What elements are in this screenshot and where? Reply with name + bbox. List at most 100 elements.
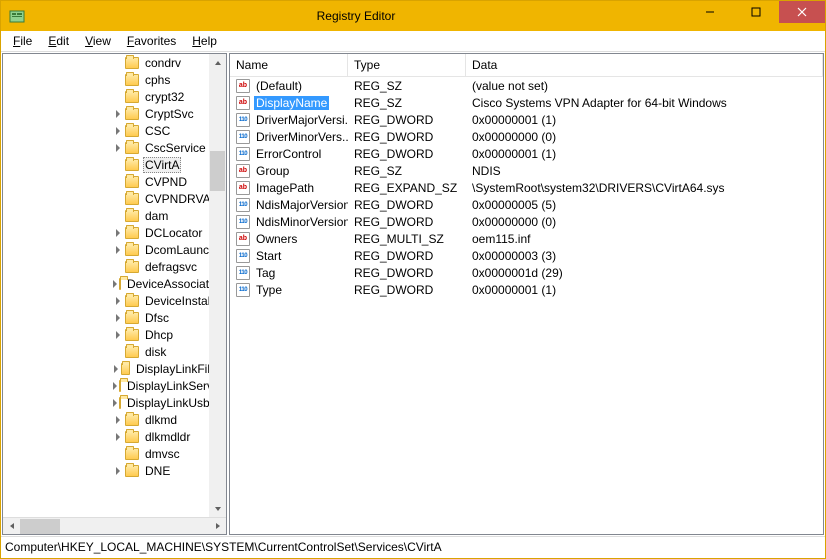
tree-item[interactable]: CryptSvc — [3, 105, 226, 122]
tree-expander-icon[interactable] — [113, 245, 123, 255]
vscroll-thumb[interactable] — [210, 151, 225, 191]
binary-value-icon — [236, 283, 250, 297]
folder-icon — [125, 346, 139, 358]
tree-item[interactable]: disk — [3, 343, 226, 360]
tree-item[interactable]: CscService — [3, 139, 226, 156]
tree-expander-icon[interactable] — [113, 109, 123, 119]
tree-item[interactable]: Dfsc — [3, 309, 226, 326]
column-header-name[interactable]: Name — [230, 54, 348, 76]
tree-item[interactable]: CVirtA — [3, 156, 226, 173]
list-row[interactable]: NdisMajorVersionREG_DWORD0x00000005 (5) — [230, 196, 823, 213]
menu-favorites[interactable]: Favorites — [119, 32, 184, 50]
list-row[interactable]: ImagePathREG_EXPAND_SZ\SystemRoot\system… — [230, 179, 823, 196]
list-row[interactable]: GroupREG_SZNDIS — [230, 162, 823, 179]
column-header-type[interactable]: Type — [348, 54, 466, 76]
tree-expander-icon[interactable] — [113, 296, 123, 306]
scroll-down-button[interactable] — [209, 500, 226, 517]
tree-item[interactable]: DcomLaunch — [3, 241, 226, 258]
tree-expander-icon[interactable] — [113, 126, 123, 136]
minimize-button[interactable] — [687, 1, 733, 23]
menu-edit[interactable]: Edit — [40, 32, 77, 50]
list-row[interactable]: (Default)REG_SZ(value not set) — [230, 77, 823, 94]
window-controls — [687, 1, 825, 31]
tree-expander-icon[interactable] — [113, 381, 117, 391]
tree-item-label: Dfsc — [143, 311, 171, 325]
value-data-cell: 0x00000001 (1) — [466, 147, 823, 161]
value-type-cell: REG_DWORD — [348, 266, 466, 280]
vscroll-track[interactable] — [209, 71, 226, 500]
tree-item[interactable]: dam — [3, 207, 226, 224]
tree-item[interactable]: CVPNDRVA — [3, 190, 226, 207]
folder-icon — [125, 261, 139, 273]
tree-expander-icon[interactable] — [113, 330, 123, 340]
tree-item-label: cphs — [143, 73, 172, 87]
value-name: NdisMinorVersion — [254, 215, 348, 229]
scroll-right-button[interactable] — [209, 518, 226, 535]
list-row[interactable]: DriverMinorVers...REG_DWORD0x00000000 (0… — [230, 128, 823, 145]
list-row[interactable]: ErrorControlREG_DWORD0x00000001 (1) — [230, 145, 823, 162]
folder-icon — [125, 210, 139, 222]
tree-expander-icon[interactable] — [113, 398, 117, 408]
menu-help[interactable]: Help — [184, 32, 225, 50]
tree-item[interactable]: condrv — [3, 54, 226, 71]
tree-item[interactable]: DisplayLinkService — [3, 377, 226, 394]
tree-item[interactable]: dmvsc — [3, 445, 226, 462]
value-name-cell: Type — [230, 283, 348, 297]
tree-item[interactable]: Dhcp — [3, 326, 226, 343]
tree-panel: condrvcphscrypt32CryptSvcCSCCscServiceCV… — [2, 53, 227, 535]
tree-item[interactable]: DCLocator — [3, 224, 226, 241]
hscroll-track[interactable] — [20, 518, 209, 535]
tree-item[interactable]: crypt32 — [3, 88, 226, 105]
tree-item[interactable]: DeviceInstall — [3, 292, 226, 309]
tree-item[interactable]: DeviceAssociationService — [3, 275, 226, 292]
list-row[interactable]: DisplayNameREG_SZCisco Systems VPN Adapt… — [230, 94, 823, 111]
tree-view[interactable]: condrvcphscrypt32CryptSvcCSCCscServiceCV… — [3, 54, 226, 517]
tree-expander-icon[interactable] — [113, 313, 123, 323]
tree-expander-icon[interactable] — [113, 466, 123, 476]
tree-item[interactable]: defragsvc — [3, 258, 226, 275]
tree-item[interactable]: DisplayLinkFilter — [3, 360, 226, 377]
list-body[interactable]: (Default)REG_SZ(value not set)DisplayNam… — [230, 77, 823, 534]
tree-item-label: DcomLaunch — [143, 243, 218, 257]
string-value-icon — [236, 232, 250, 246]
maximize-button[interactable] — [733, 1, 779, 23]
list-row[interactable]: DriverMajorVersi...REG_DWORD0x00000001 (… — [230, 111, 823, 128]
tree-expander-icon[interactable] — [113, 432, 123, 442]
list-row[interactable]: NdisMinorVersionREG_DWORD0x00000000 (0) — [230, 213, 823, 230]
tree-item[interactable]: dlkmdldr — [3, 428, 226, 445]
value-name-cell: (Default) — [230, 79, 348, 93]
folder-icon — [125, 74, 139, 86]
list-row[interactable]: StartREG_DWORD0x00000003 (3) — [230, 247, 823, 264]
hscroll-thumb[interactable] — [20, 519, 60, 534]
folder-icon — [125, 159, 139, 171]
tree-expander-icon[interactable] — [113, 364, 119, 374]
scroll-left-button[interactable] — [3, 518, 20, 535]
close-button[interactable] — [779, 1, 825, 23]
tree-item[interactable]: cphs — [3, 71, 226, 88]
value-name-cell: NdisMinorVersion — [230, 215, 348, 229]
tree-item[interactable]: CSC — [3, 122, 226, 139]
value-name-cell: Group — [230, 164, 348, 178]
tree-expander-icon[interactable] — [113, 228, 123, 238]
menu-view[interactable]: View — [77, 32, 119, 50]
tree-expander-icon[interactable] — [113, 415, 123, 425]
list-row[interactable]: TagREG_DWORD0x0000001d (29) — [230, 264, 823, 281]
tree-item[interactable]: CVPND — [3, 173, 226, 190]
value-data-cell: oem115.inf — [466, 232, 823, 246]
folder-icon — [119, 397, 121, 409]
column-header-data[interactable]: Data — [466, 54, 823, 76]
value-data-cell: 0x00000000 (0) — [466, 130, 823, 144]
tree-item[interactable]: DNE — [3, 462, 226, 479]
list-row[interactable]: OwnersREG_MULTI_SZoem115.inf — [230, 230, 823, 247]
tree-item[interactable]: DisplayLinkUsbPort — [3, 394, 226, 411]
value-type-cell: REG_SZ — [348, 79, 466, 93]
tree-vertical-scrollbar[interactable] — [209, 54, 226, 517]
list-row[interactable]: TypeREG_DWORD0x00000001 (1) — [230, 281, 823, 298]
tree-expander-icon[interactable] — [113, 143, 123, 153]
scroll-up-button[interactable] — [209, 54, 226, 71]
value-name: Group — [254, 164, 291, 178]
tree-horizontal-scrollbar[interactable] — [3, 517, 226, 534]
tree-item[interactable]: dlkmd — [3, 411, 226, 428]
tree-expander-icon[interactable] — [113, 279, 117, 289]
menu-file[interactable]: File — [5, 32, 40, 50]
